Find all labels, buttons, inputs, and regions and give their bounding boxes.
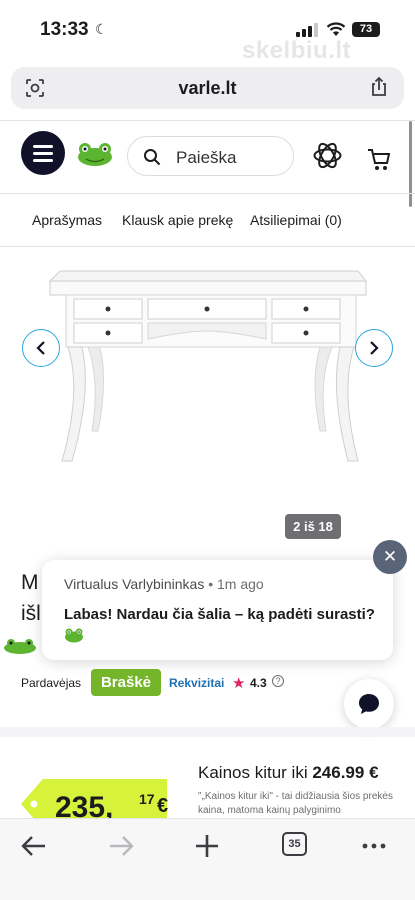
requisites-link[interactable]: Rekvizitai <box>169 676 224 690</box>
frog-mini-icon <box>4 639 36 654</box>
chat-time: • 1m ago <box>208 576 264 592</box>
seller-badge[interactable]: Braškė <box>91 669 161 696</box>
price-elsewhere-label: Kainos kitur iki <box>198 763 308 782</box>
star-icon: ★ <box>232 675 246 692</box>
tab-ask-question[interactable]: Klausk apie prekę <box>122 212 233 228</box>
new-tab-icon[interactable] <box>192 831 222 861</box>
gallery-counter: 2 iš 18 <box>285 514 341 539</box>
gallery-next-button[interactable] <box>355 329 393 367</box>
chat-sender: Virtualus Varlybininkas <box>64 576 205 592</box>
divider <box>0 120 415 121</box>
chat-message: Labas! Nardau čia šalia – ką padėti sura… <box>64 606 375 623</box>
chat-popup[interactable]: Virtualus Varlybininkas • 1m ago Labas! … <box>42 560 393 660</box>
status-time: 13:33 <box>40 19 89 40</box>
product-title-line-2: išl <box>21 602 41 625</box>
frog-logo[interactable] <box>77 141 113 167</box>
tab-reviews[interactable]: Atsiliepimai (0) <box>250 212 342 228</box>
chat-header: Virtualus Varlybininkas • 1m ago <box>64 576 264 592</box>
share-icon[interactable] <box>368 76 390 98</box>
product-title: M <box>21 571 39 594</box>
watermark: skelbiu.lt <box>242 37 352 64</box>
cart-icon[interactable] <box>367 148 391 172</box>
product-tabs: Aprašymas Klausk apie prekę Atsiliepimai… <box>0 212 415 232</box>
chat-bubble-icon <box>359 694 379 714</box>
close-icon: ✕ <box>382 547 398 566</box>
price-cents: 17 <box>139 791 155 807</box>
url-text[interactable]: varle.lt <box>11 78 404 99</box>
back-arrow-icon[interactable] <box>19 831 49 861</box>
forward-arrow-icon[interactable] <box>106 831 136 861</box>
tabs-button[interactable]: 35 <box>282 832 307 856</box>
chevron-left-icon <box>36 341 45 355</box>
seller-label: Pardavėjas <box>21 676 82 690</box>
chat-button[interactable] <box>344 679 394 729</box>
search-placeholder: Paieška <box>176 148 237 167</box>
menu-button[interactable] <box>21 131 65 175</box>
section-separator <box>0 727 415 737</box>
gallery-prev-button[interactable] <box>22 329 60 367</box>
seller-rating: 4.3 <box>250 676 267 690</box>
battery-indicator: 73 <box>352 22 380 37</box>
wifi-icon <box>326 22 346 36</box>
price-elsewhere-value: 246.99 € <box>312 763 379 782</box>
ai-assistant-icon[interactable] <box>311 139 344 172</box>
price-note: "„Kainos kitur iki" - tai didžiausia šio… <box>198 791 393 816</box>
divider <box>0 193 415 194</box>
price-elsewhere: Kainos kitur iki 246.99 € <box>198 763 379 783</box>
signal-icon <box>296 23 318 37</box>
status-bar: 13:33 ☾ 73 skelbiu.lt <box>0 0 415 64</box>
search-icon <box>144 149 161 166</box>
product-gallery[interactable]: 2 iš 18 <box>0 247 415 547</box>
search-input[interactable]: Paieška <box>127 136 294 176</box>
help-icon[interactable]: ? <box>272 675 284 687</box>
tab-description[interactable]: Aprašymas <box>32 212 102 228</box>
moon-icon: ☾ <box>95 21 108 37</box>
frog-emoji-icon <box>65 628 83 643</box>
chevron-right-icon <box>370 341 379 355</box>
browser-toolbar: 35 <box>0 818 415 900</box>
close-chat-button[interactable]: ✕ <box>373 540 407 574</box>
price-currency: € <box>157 795 169 817</box>
product-image <box>48 270 368 462</box>
more-icon[interactable] <box>359 831 389 861</box>
scrollbar[interactable] <box>409 121 412 207</box>
address-bar[interactable]: varle.lt <box>11 67 404 109</box>
